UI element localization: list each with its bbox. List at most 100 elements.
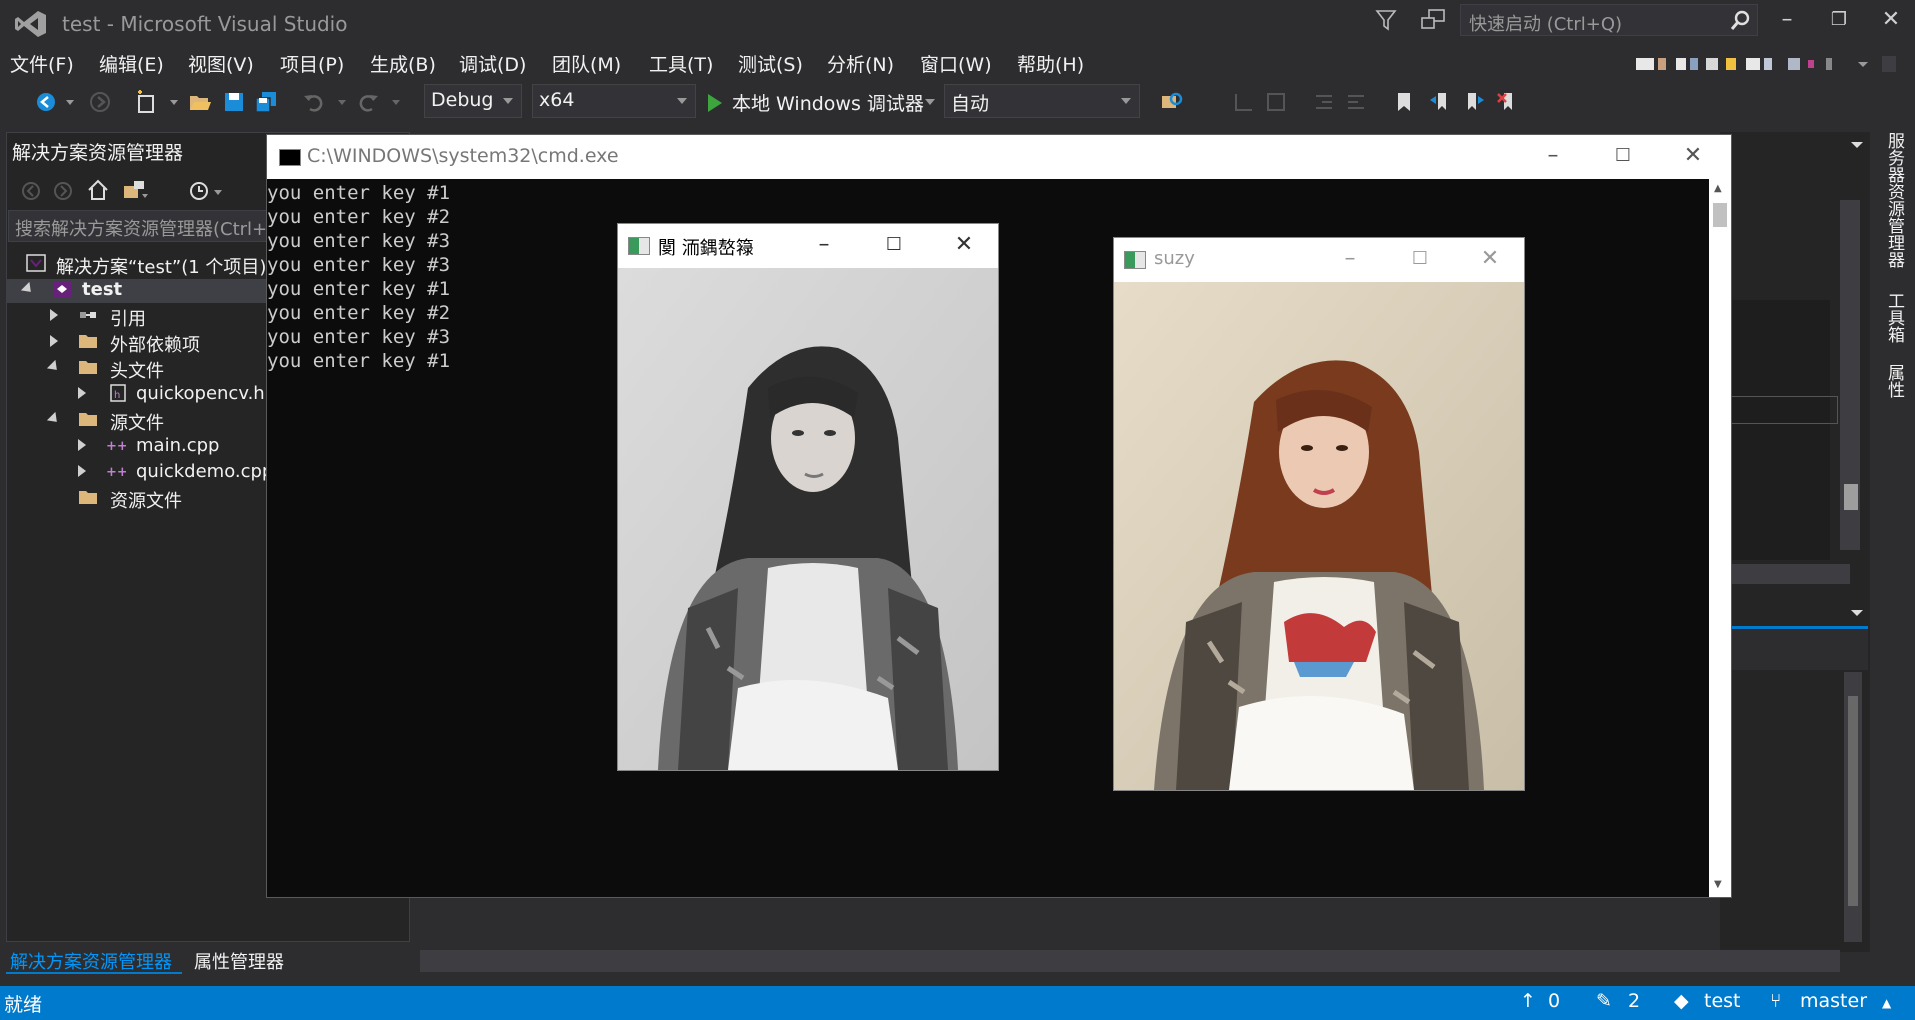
menu-file[interactable]: 文件(F) [10, 50, 74, 77]
decrease-indent-icon[interactable] [1312, 90, 1336, 114]
maximize-icon[interactable]: ☐ [1400, 244, 1440, 274]
tree-item-project[interactable]: test [82, 279, 122, 300]
menu-window[interactable]: 窗口(W) [920, 50, 992, 77]
menu-analyze[interactable]: 分析(N) [827, 50, 894, 77]
uncomment-icon[interactable] [1264, 90, 1288, 114]
tree-item-quickopencv-h[interactable]: quickopencv.h [136, 383, 265, 404]
chevron-down-icon[interactable] [64, 90, 76, 114]
close-icon[interactable]: ✕ [1470, 244, 1510, 274]
switch-views-icon[interactable] [122, 178, 148, 202]
find-in-files-icon[interactable] [1160, 90, 1184, 114]
expand-icon[interactable] [50, 309, 58, 321]
maximize-icon[interactable]: ☐ [1603, 141, 1643, 171]
increase-indent-icon[interactable] [1344, 90, 1368, 114]
editor-horizontal-scrollbar[interactable] [420, 950, 1840, 972]
menu-debug[interactable]: 调试(D) [459, 50, 526, 77]
tree-item-solution[interactable]: 解决方案“test”(1 个项目) [56, 253, 266, 279]
back-icon[interactable] [34, 90, 58, 114]
minimize-icon[interactable]: – [1533, 141, 1573, 171]
unpublished-count[interactable]: 0 [1548, 990, 1560, 1012]
clear-bookmarks-icon[interactable] [1496, 90, 1520, 114]
tree-item-header-files[interactable]: 头文件 [110, 357, 164, 383]
tab-solution-explorer[interactable]: 解决方案资源管理器 [10, 948, 172, 974]
menu-test[interactable]: 测试(S) [738, 50, 803, 77]
chevron-down-icon[interactable]: ▼ [1714, 879, 1722, 890]
tree-item-external-deps[interactable]: 外部依赖项 [110, 331, 200, 357]
close-icon[interactable]: ✕ [1673, 141, 1713, 171]
restore-icon[interactable]: ❐ [1822, 6, 1856, 36]
forward-icon[interactable] [52, 180, 74, 202]
chevron-down-icon[interactable] [1850, 608, 1864, 618]
back-icon[interactable] [20, 180, 42, 202]
chevron-up-icon[interactable]: ▲ [1714, 183, 1722, 194]
repository-name[interactable]: test [1704, 990, 1741, 1012]
tab-server-explorer[interactable]: 服务器资源管理器 [1882, 132, 1907, 268]
platform-combo[interactable]: x64 [532, 84, 696, 118]
opencv-color-window[interactable]: suzy – ☐ ✕ [1113, 237, 1525, 791]
prev-bookmark-icon[interactable] [1428, 90, 1452, 114]
tab-toolbox[interactable]: 工具箱 [1882, 292, 1907, 343]
minimize-icon[interactable]: – [1770, 6, 1804, 36]
menu-team[interactable]: 团队(M) [552, 50, 621, 77]
tree-item-quickdemo-cpp[interactable]: quickdemo.cpp [136, 461, 273, 482]
menu-view[interactable]: 视图(V) [188, 50, 254, 77]
save-all-icon[interactable] [254, 90, 278, 114]
feedback-icon[interactable] [1420, 8, 1446, 32]
bookmark-icon[interactable] [1392, 90, 1416, 114]
redo-icon[interactable] [356, 90, 380, 114]
minimize-icon[interactable]: – [1330, 244, 1370, 274]
home-icon[interactable] [86, 178, 110, 202]
tree-item-resource-files[interactable]: 资源文件 [110, 487, 182, 513]
close-icon[interactable]: ✕ [1874, 6, 1908, 36]
menu-tools[interactable]: 工具(T) [649, 50, 713, 77]
scrollbar-thumb[interactable] [1844, 484, 1858, 510]
minimize-icon[interactable]: – [804, 230, 844, 260]
output-scrollbar-thumb[interactable] [1848, 696, 1858, 906]
chevron-down-icon[interactable] [1850, 140, 1864, 150]
start-debugging-button[interactable]: 本地 Windows 调试器 [708, 84, 924, 118]
forward-icon[interactable] [88, 90, 112, 114]
quick-launch-input[interactable]: 快速启动 (Ctrl+Q) [1460, 4, 1758, 36]
tab-property-manager[interactable]: 属性管理器 [194, 948, 284, 974]
save-icon[interactable] [222, 90, 246, 114]
solution-search-input[interactable]: 搜索解决方案资源管理器(Ctrl+;) [8, 210, 270, 242]
next-bookmark-icon[interactable] [1462, 90, 1486, 114]
chevron-up-icon[interactable]: ▲ [1882, 996, 1891, 1010]
menu-build[interactable]: 生成(B) [370, 50, 436, 77]
properties-field[interactable] [1730, 396, 1838, 424]
expand-icon[interactable] [78, 387, 86, 399]
horizontal-scrollbar[interactable] [1720, 564, 1850, 584]
tab-properties[interactable]: 属性 [1882, 364, 1907, 398]
chevron-down-icon[interactable] [390, 90, 402, 114]
cmd-scrollbar[interactable]: ▲ ▼ [1709, 179, 1731, 897]
auto-combo[interactable]: 自动 [944, 84, 1140, 118]
pending-changes-icon[interactable] [188, 178, 226, 202]
undo-icon[interactable] [302, 90, 326, 114]
maximize-icon[interactable]: ☐ [874, 230, 914, 260]
opencv-gray-title-bar[interactable]: 閺 洏鍝嶅簶 – ☐ ✕ [618, 224, 998, 268]
menu-help[interactable]: 帮助(H) [1017, 50, 1084, 77]
close-icon[interactable]: ✕ [944, 230, 984, 260]
menu-project[interactable]: 项目(P) [280, 50, 344, 77]
comment-icon[interactable] [1232, 90, 1256, 114]
search-icon[interactable] [1729, 10, 1751, 32]
tree-item-references[interactable]: 引用 [110, 305, 146, 331]
tree-item-main-cpp[interactable]: main.cpp [136, 435, 219, 456]
chevron-down-icon[interactable] [336, 90, 348, 114]
tree-item-source-files[interactable]: 源文件 [110, 409, 164, 435]
configuration-combo[interactable]: Debug [424, 84, 522, 118]
account-avatar-icon[interactable] [1636, 56, 1896, 72]
cmd-scrollbar-thumb[interactable] [1713, 203, 1727, 227]
chevron-down-icon[interactable] [924, 96, 936, 108]
menu-edit[interactable]: 编辑(E) [99, 50, 164, 77]
new-project-icon[interactable] [134, 90, 158, 114]
branch-name[interactable]: master [1800, 990, 1867, 1012]
expand-icon[interactable] [50, 335, 58, 347]
opencv-color-title-bar[interactable]: suzy – ☐ ✕ [1114, 238, 1524, 282]
expand-icon[interactable] [78, 439, 86, 451]
opencv-gray-window[interactable]: 閺 洏鍝嶅簶 – ☐ ✕ [617, 223, 999, 771]
pending-edits-count[interactable]: 2 [1628, 990, 1640, 1012]
chevron-down-icon[interactable] [168, 90, 180, 114]
expand-icon[interactable] [78, 465, 86, 477]
filter-icon[interactable] [1374, 8, 1398, 32]
